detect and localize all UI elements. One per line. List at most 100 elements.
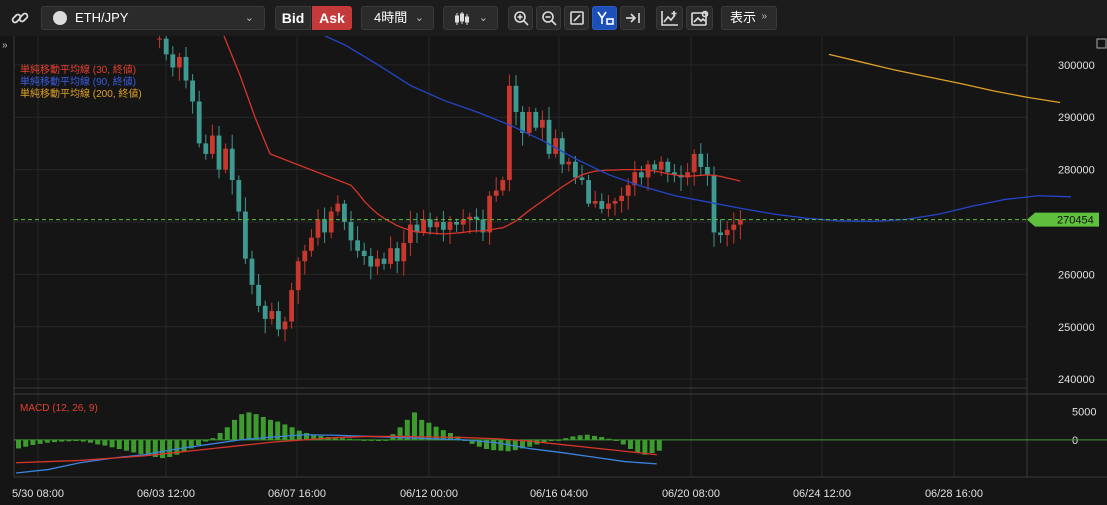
eth-coin-icon bbox=[53, 11, 67, 25]
macd-histogram-bar bbox=[224, 427, 230, 440]
candle-body bbox=[665, 161, 671, 173]
candle-body bbox=[652, 164, 657, 170]
chevron-down-icon: ⌄ bbox=[244, 12, 254, 24]
macd-histogram-bar bbox=[606, 438, 612, 440]
macd-histogram-bar bbox=[620, 439, 626, 445]
macd-histogram-bar bbox=[160, 439, 165, 459]
candle-body bbox=[210, 135, 215, 154]
zoom-out-button[interactable] bbox=[536, 6, 561, 30]
scroll-to-end-button[interactable] bbox=[620, 6, 645, 30]
y-tick-label: 260000 bbox=[1058, 269, 1095, 281]
candle-body bbox=[691, 153, 697, 173]
candle-body bbox=[236, 180, 242, 212]
chart-type-select[interactable]: ⌄ bbox=[443, 6, 498, 30]
macd-histogram-bar bbox=[181, 439, 187, 452]
candle-body bbox=[447, 221, 453, 230]
y-tick-label: 250000 bbox=[1058, 322, 1095, 334]
candle-body bbox=[388, 248, 393, 264]
candle-body bbox=[612, 201, 618, 204]
macd-histogram-bar bbox=[116, 439, 122, 449]
macd-histogram-bar bbox=[556, 439, 561, 441]
candle-body bbox=[229, 148, 235, 181]
ask-button[interactable]: Ask bbox=[312, 6, 352, 30]
y-scale-button[interactable] bbox=[592, 6, 617, 30]
macd-histogram-bar bbox=[592, 435, 597, 440]
macd-histogram-bar bbox=[383, 439, 389, 441]
candle-body bbox=[705, 166, 710, 175]
macd-histogram-bar bbox=[491, 439, 497, 451]
candle-body bbox=[302, 250, 308, 262]
macd-y-tick-label: 0 bbox=[1072, 435, 1078, 447]
candle-body bbox=[401, 242, 407, 262]
candle-body bbox=[738, 219, 743, 225]
macd-histogram-bar bbox=[498, 439, 504, 451]
candle-body bbox=[500, 180, 506, 191]
macd-y-tick-label: 5000 bbox=[1072, 406, 1096, 418]
candle-body bbox=[698, 153, 704, 167]
macd-histogram-bar bbox=[196, 439, 201, 445]
candle-body bbox=[526, 111, 532, 133]
zoom-in-icon bbox=[513, 11, 529, 26]
timeframe-label: 4時間 bbox=[374, 10, 408, 25]
y-tick-label: 290000 bbox=[1058, 112, 1095, 124]
candle-body bbox=[434, 221, 440, 228]
macd-histogram-bar bbox=[124, 439, 129, 451]
screenshot-button[interactable] bbox=[686, 6, 713, 30]
candle-body bbox=[408, 224, 413, 243]
candle-body bbox=[295, 261, 301, 291]
macd-histogram-bar bbox=[260, 417, 266, 440]
macd-histogram-bar bbox=[80, 439, 86, 442]
macd-histogram-bar bbox=[88, 439, 93, 443]
candle-body bbox=[421, 219, 426, 233]
macd-histogram-bar bbox=[232, 419, 237, 440]
candle-body bbox=[546, 119, 552, 154]
macd-histogram-bar bbox=[66, 439, 72, 442]
y-tick-label: 280000 bbox=[1058, 165, 1095, 177]
candle-body bbox=[170, 54, 176, 68]
candle-body bbox=[177, 56, 182, 68]
candle-body bbox=[262, 305, 268, 319]
macd-histogram-bar bbox=[548, 439, 554, 441]
add-indicator-button[interactable] bbox=[656, 6, 683, 30]
candle-body bbox=[190, 80, 195, 102]
x-tick-label: 06/03 12:00 bbox=[137, 488, 195, 500]
candle-body bbox=[375, 258, 380, 267]
macd-histogram-bar bbox=[131, 439, 137, 453]
candle-body bbox=[718, 232, 723, 236]
candle-body bbox=[157, 38, 162, 40]
x-tick-label: 06/20 08:00 bbox=[662, 488, 720, 500]
legend-ma30: 単純移動平均線 (30, 終値) bbox=[20, 65, 137, 76]
macd-histogram-bar bbox=[52, 439, 57, 443]
macd-histogram-bar bbox=[167, 439, 173, 457]
symbol-select[interactable]: ETH/JPY ⌄ bbox=[41, 6, 265, 30]
chevron-double-down-icon: » bbox=[761, 11, 767, 22]
legend-macd: MACD (12, 26, 9) bbox=[20, 403, 98, 414]
candle-body bbox=[487, 195, 492, 233]
macd-histogram-bar bbox=[613, 439, 619, 441]
macd-histogram-bar bbox=[217, 433, 223, 440]
bid-button[interactable]: Bid bbox=[275, 6, 311, 30]
candle-body bbox=[553, 138, 558, 154]
zoom-in-button[interactable] bbox=[508, 6, 533, 30]
macd-histogram-bar bbox=[282, 424, 288, 440]
candle-body bbox=[243, 211, 248, 259]
candle-body bbox=[513, 85, 519, 112]
macd-histogram-bar bbox=[368, 439, 374, 441]
fit-button[interactable] bbox=[564, 6, 589, 30]
macd-histogram-bar bbox=[304, 433, 309, 440]
macd-histogram-bar bbox=[649, 439, 655, 453]
legend-ma200: 単純移動平均線 (200, 終値) bbox=[20, 89, 142, 100]
candle-body bbox=[533, 111, 539, 128]
chart-area[interactable]: 2400002500002600002700002800002900003000… bbox=[0, 36, 1107, 505]
macd-histogram-bar bbox=[570, 436, 576, 440]
candle-body bbox=[256, 284, 261, 306]
link-button[interactable] bbox=[8, 6, 32, 30]
macd-histogram-bar bbox=[642, 439, 648, 455]
candle-body bbox=[361, 250, 367, 257]
y-axis-lock-icon bbox=[596, 11, 614, 25]
timeframe-select[interactable]: 4時間 ⌄ bbox=[361, 6, 434, 30]
expand-left-icon: » bbox=[2, 40, 8, 51]
display-menu[interactable]: 表示 » bbox=[721, 6, 777, 30]
legend-ma: 単純移動平均線 (30, 終値) 単純移動平均線 (90, 終値) 単純移動平均… bbox=[20, 65, 142, 101]
macd-histogram-bar bbox=[102, 439, 108, 446]
